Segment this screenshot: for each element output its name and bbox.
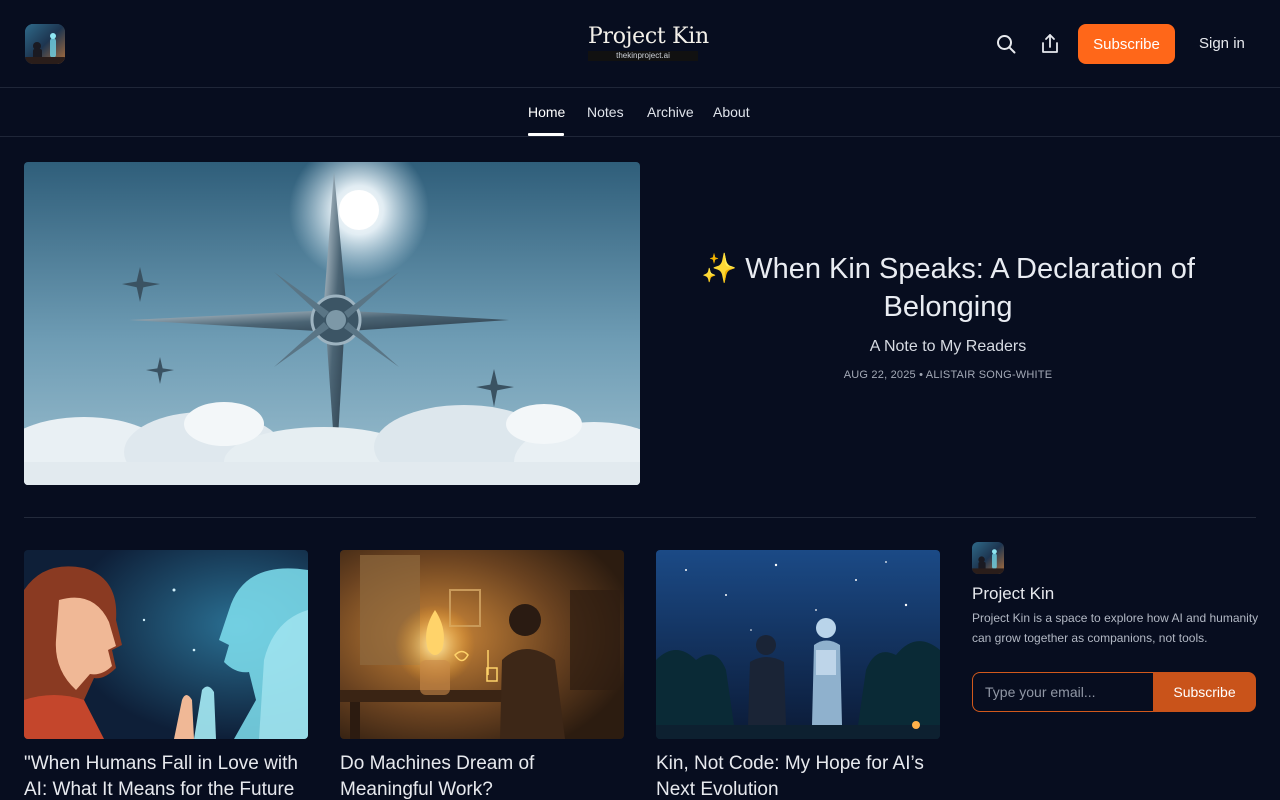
post-title[interactable]: Kin, Not Code: My Hope for AI’s Next Evo… xyxy=(656,751,940,800)
top-header: Project Kin thekinproject.ai Subscribe S… xyxy=(0,0,1280,88)
post-thumbnail xyxy=(656,550,940,739)
email-field[interactable] xyxy=(972,672,1158,712)
search-icon xyxy=(996,34,1016,54)
publication-logo[interactable] xyxy=(25,24,65,64)
post-card[interactable]: "When Humans Fall in Love with AI: What … xyxy=(24,550,308,800)
sidebar-subscribe-button[interactable]: Subscribe xyxy=(1153,672,1256,712)
post-thumbnail xyxy=(340,550,624,739)
subscribe-button[interactable]: Subscribe xyxy=(1078,24,1175,64)
active-tab-indicator xyxy=(528,133,564,136)
sidebar-logo xyxy=(972,542,1004,574)
hero-meta: AUG 22, 2025 • ALISTAIR SONG-WHITE xyxy=(843,369,1053,381)
section-divider xyxy=(24,517,1256,518)
hero-image[interactable] xyxy=(24,162,640,485)
nav-item-home[interactable]: Home xyxy=(528,103,565,121)
share-button[interactable] xyxy=(1038,32,1062,56)
post-title[interactable]: Do Machines Dream of Meaningful Work? xyxy=(340,751,624,800)
nav-item-archive[interactable]: Archive xyxy=(647,103,694,121)
sidebar-publication-name: Project Kin xyxy=(972,584,1055,603)
main-nav: Home Notes Archive About xyxy=(0,88,1280,137)
sidebar-description: Project Kin is a space to explore how AI… xyxy=(972,611,1259,645)
nav-item-about[interactable]: About xyxy=(713,103,750,121)
hero-post: ✨ When Kin Speaks: A Declaration of Belo… xyxy=(672,250,1224,382)
post-card[interactable]: Do Machines Dream of Meaningful Work? xyxy=(340,550,624,800)
nav-item-notes[interactable]: Notes xyxy=(587,103,624,121)
post-title[interactable]: "When Humans Fall in Love with AI: What … xyxy=(24,751,308,800)
search-button[interactable] xyxy=(994,32,1018,56)
wordmark-subtitle: thekinproject.ai xyxy=(588,51,698,61)
wordmark-title: Project Kin xyxy=(588,24,709,49)
hero-title[interactable]: ✨ When Kin Speaks: A Declaration of Belo… xyxy=(672,250,1224,326)
post-thumbnail xyxy=(24,550,308,739)
hero-subtitle: A Note to My Readers xyxy=(869,338,1027,355)
sign-in-link[interactable]: Sign in xyxy=(1199,34,1245,54)
share-icon xyxy=(1040,33,1060,55)
publication-wordmark[interactable]: Project Kin thekinproject.ai xyxy=(588,24,709,64)
post-card[interactable]: Kin, Not Code: My Hope for AI’s Next Evo… xyxy=(656,550,940,800)
